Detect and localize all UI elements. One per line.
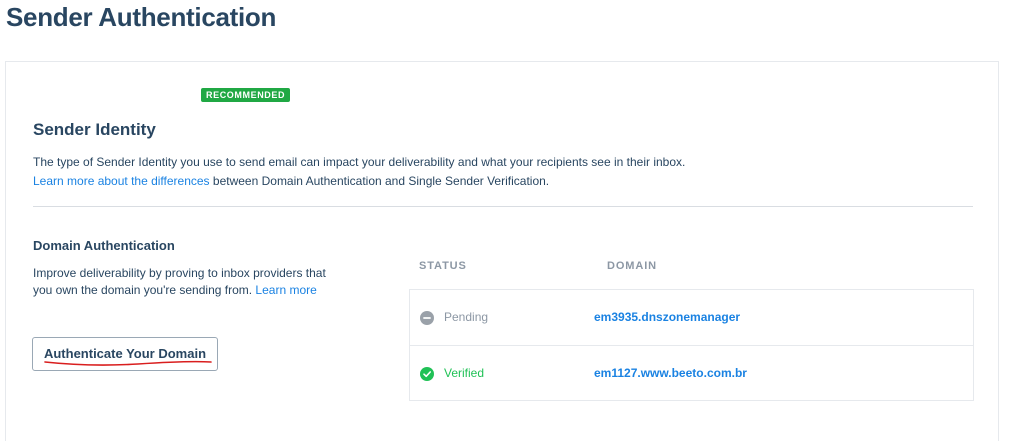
section-title: Sender Identity — [33, 120, 156, 139]
page-title: Sender Authentication — [6, 2, 277, 32]
domain-authentication-title: Domain Authentication — [33, 238, 175, 253]
authenticate-domain-button[interactable]: Authenticate Your Domain — [32, 337, 218, 371]
identity-description-text: The type of Sender Identity you use to s… — [33, 155, 686, 169]
identity-description: The type of Sender Identity you use to s… — [33, 153, 793, 191]
domain-authentication-description: Improve deliverability by proving to inb… — [33, 265, 333, 299]
status-text: Verified — [444, 366, 485, 380]
pending-icon — [420, 311, 434, 325]
table-row[interactable]: Pending em3935.dnszonemanager — [410, 290, 973, 345]
table-row[interactable]: Verified em1127.www.beeto.com.br — [410, 345, 973, 401]
identity-description-suffix: between Domain Authentication and Single… — [209, 174, 550, 188]
recommended-badge: RECOMMENDED — [201, 88, 291, 102]
domain-link[interactable]: em3935.dnszonemanager — [594, 310, 740, 324]
learn-more-differences-link[interactable]: Learn more about the differences — [33, 174, 210, 188]
check-circle-icon — [420, 367, 434, 381]
status-text: Pending — [444, 310, 489, 324]
authenticate-domain-button-label: Authenticate Your Domain — [43, 345, 207, 361]
learn-more-link[interactable]: Learn more — [255, 283, 316, 297]
divider — [33, 206, 973, 207]
domain-link[interactable]: em1127.www.beeto.com.br — [594, 366, 747, 380]
status-column-header: STATUS — [419, 260, 467, 272]
domain-column-header: DOMAIN — [607, 260, 658, 272]
domains-table: Pending em3935.dnszonemanager Verified e… — [409, 289, 974, 401]
sender-identity-card: RECOMMENDED Sender Identity The type of … — [5, 61, 999, 441]
